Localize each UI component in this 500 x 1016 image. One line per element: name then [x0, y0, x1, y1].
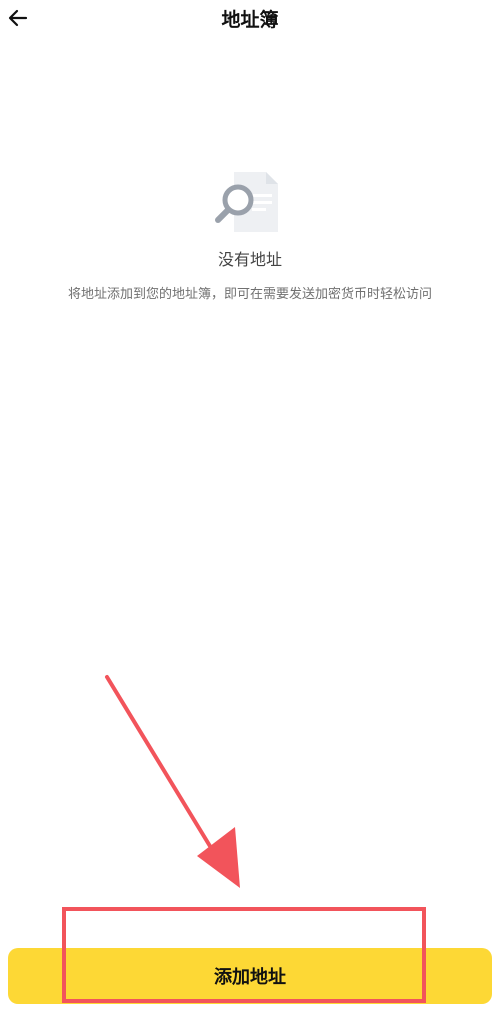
annotation-arrow	[105, 675, 240, 888]
empty-state-illustration	[212, 168, 284, 236]
document-search-icon	[215, 172, 278, 232]
empty-state-title: 没有地址	[217, 250, 282, 269]
page-title: 地址簿	[221, 9, 279, 31]
add-address-button[interactable]: 添加地址	[8, 948, 492, 1004]
header: 地址簿	[0, 0, 500, 44]
empty-state-description: 将地址添加到您的地址簿，即可在需要发送加密货币时轻松访问	[67, 287, 432, 302]
